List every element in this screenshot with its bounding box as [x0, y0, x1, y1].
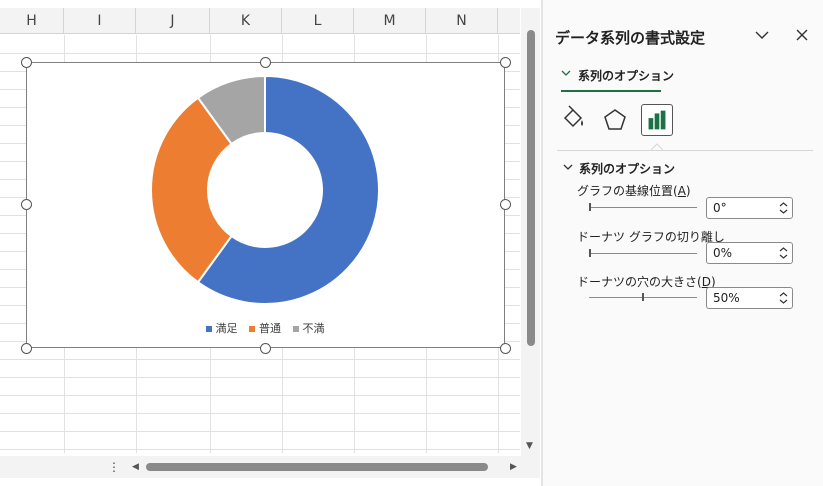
donut-hole-size-label: ドーナツの穴の大きさ(D)	[577, 275, 716, 289]
column-header-h[interactable]: H	[0, 8, 64, 34]
column-header-n[interactable]: N	[426, 8, 498, 34]
column-header-m[interactable]: M	[354, 8, 426, 34]
legend-label-2: 不満	[302, 322, 325, 335]
legend-label-1: 普通	[259, 322, 281, 335]
donut-hole-size-input[interactable]: 50%	[706, 287, 793, 309]
tab-active-underline	[561, 90, 661, 92]
worksheet-area: H I J K L M N 満足 普通 不満 ▼ ⋮ ◀ ▶	[0, 0, 540, 486]
resize-handle-top-left[interactable]	[21, 57, 32, 68]
vertical-scroll-thumb[interactable]	[527, 30, 535, 346]
legend-entry-2[interactable]: 不満	[292, 320, 325, 336]
bar-chart-series-icon[interactable]	[641, 104, 673, 136]
donut-explosion-slider[interactable]	[589, 253, 697, 254]
spin-up-icon[interactable]	[779, 201, 788, 208]
spin-down-icon[interactable]	[779, 208, 788, 215]
legend-entry-0[interactable]: 満足	[205, 320, 238, 336]
legend-swatch-0	[205, 326, 212, 332]
donut-explosion-input[interactable]: 0%	[706, 242, 793, 264]
spin-up-icon[interactable]	[779, 246, 788, 253]
resize-handle-bottom[interactable]	[260, 343, 271, 354]
legend-label-0: 満足	[215, 322, 238, 335]
resize-handle-right[interactable]	[500, 199, 511, 210]
close-icon[interactable]	[793, 26, 811, 44]
donut-explosion-thumb[interactable]	[589, 249, 591, 257]
bottom-strip	[0, 478, 540, 486]
legend-entry-1[interactable]: 普通	[249, 320, 281, 336]
donut-hole-size-value: 50%	[713, 291, 740, 305]
angle-first-slice-slider[interactable]	[589, 207, 697, 208]
pane-title: データ系列の書式設定	[555, 29, 706, 47]
section-separator	[557, 150, 813, 151]
section-series-options-header[interactable]: 系列のオプション	[579, 160, 675, 177]
resize-handle-bottom-left[interactable]	[21, 343, 32, 354]
resize-handle-top[interactable]	[260, 57, 271, 68]
legend-swatch-1	[249, 326, 255, 332]
scroll-right-arrow-icon[interactable]: ▶	[510, 462, 517, 472]
spin-down-icon[interactable]	[779, 253, 788, 260]
resize-handle-top-right[interactable]	[500, 57, 511, 68]
section-chevron-down-icon[interactable]	[563, 162, 573, 172]
chevron-down-icon[interactable]	[753, 26, 771, 44]
angle-first-slice-label: グラフの基線位置(A)	[577, 184, 691, 198]
donut-explosion-value: 0%	[713, 246, 733, 260]
horizontal-scrollbar[interactable]: ⋮ ◀ ▶	[0, 456, 540, 478]
spin-up-icon[interactable]	[779, 291, 788, 298]
legend-swatch-2	[292, 326, 299, 332]
column-header-l[interactable]: L	[282, 8, 354, 34]
scroll-down-arrow-icon[interactable]: ▼	[526, 441, 533, 451]
spin-down-icon[interactable]	[779, 298, 788, 305]
horizontal-scroll-thumb[interactable]	[146, 463, 488, 471]
resize-handle-left[interactable]	[21, 199, 32, 210]
column-header-i[interactable]: I	[64, 8, 136, 34]
fill-bucket-icon[interactable]	[557, 104, 589, 136]
angle-first-slice-input[interactable]: 0°	[706, 197, 793, 219]
tab-chevron-down-icon	[561, 70, 571, 76]
column-header-row: H I J K L M N	[0, 8, 520, 34]
top-strip	[0, 0, 540, 8]
format-data-series-pane: データ系列の書式設定 系列のオプション 系列のオプション グラフの基線位置(A)…	[543, 0, 823, 486]
pentagon-effects-icon[interactable]	[599, 104, 631, 136]
scroll-left-arrow-icon[interactable]: ◀	[132, 462, 139, 472]
angle-first-slice-value: 0°	[713, 201, 727, 215]
column-header-j[interactable]: J	[136, 8, 210, 34]
chart-legend[interactable]: 満足 普通 不満	[0, 320, 530, 336]
donut-explosion-label: ドーナツ グラフの切り離し	[577, 230, 725, 244]
vertical-scrollbar[interactable]: ▼	[521, 8, 540, 456]
angle-first-slice-thumb[interactable]	[589, 203, 591, 211]
donut-hole-size-thumb[interactable]	[642, 293, 644, 301]
donut-chart[interactable]	[150, 75, 380, 305]
tab-series-options[interactable]: 系列のオプション	[578, 67, 674, 84]
sheet-tab-splitter-icon[interactable]: ⋮	[108, 460, 120, 474]
selected-category-pointer-icon	[651, 143, 663, 150]
column-header-k[interactable]: K	[210, 8, 282, 34]
resize-handle-bottom-right[interactable]	[500, 343, 511, 354]
